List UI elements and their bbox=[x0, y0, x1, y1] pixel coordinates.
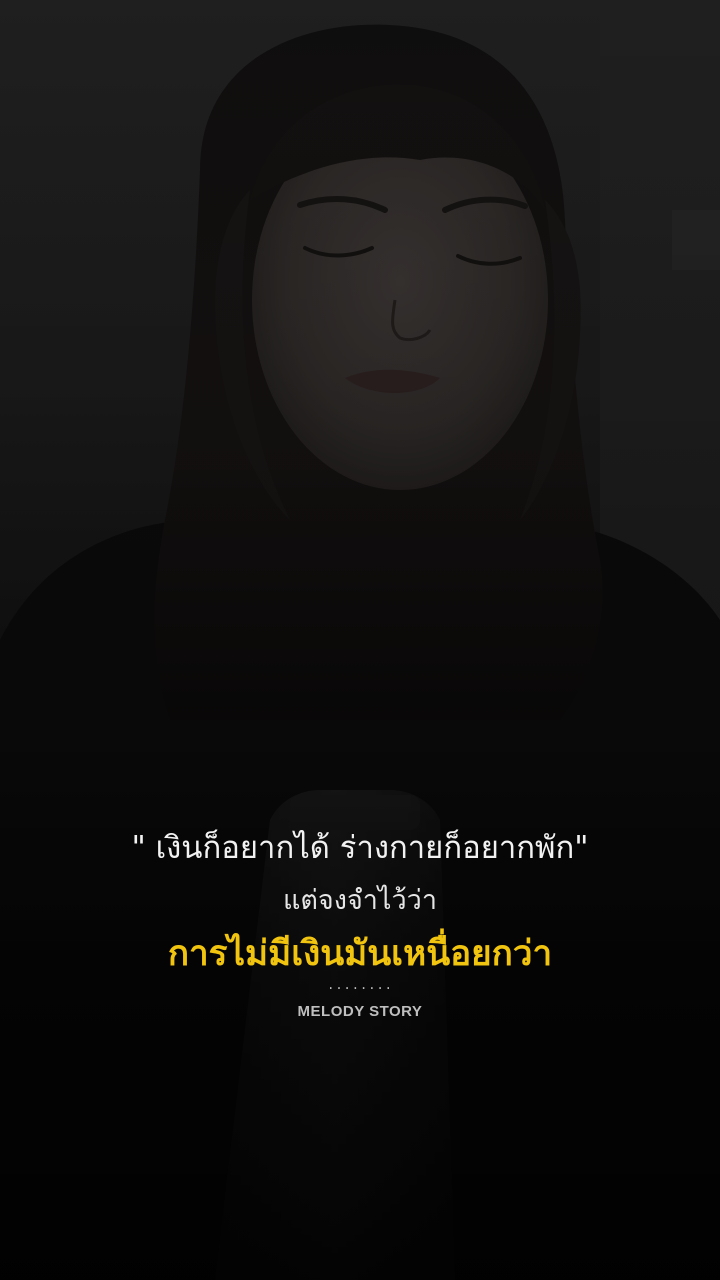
brand-label: MELODY STORY bbox=[297, 1003, 423, 1020]
separator-dots: ........ bbox=[327, 978, 393, 992]
story-frame: " เงินก็อยากได้ ร่างกายก็อยากพัก" แต่จงจ… bbox=[0, 0, 720, 1280]
quote-text: " เงินก็อยากได้ ร่างกายก็อยากพัก" bbox=[131, 830, 589, 866]
highlight-text: การไม่มีเงินมันเหนื่อยกว่า bbox=[167, 934, 553, 974]
subline-text: แต่จงจำไว้ว่า bbox=[283, 885, 437, 916]
background-photo bbox=[0, 0, 720, 1280]
